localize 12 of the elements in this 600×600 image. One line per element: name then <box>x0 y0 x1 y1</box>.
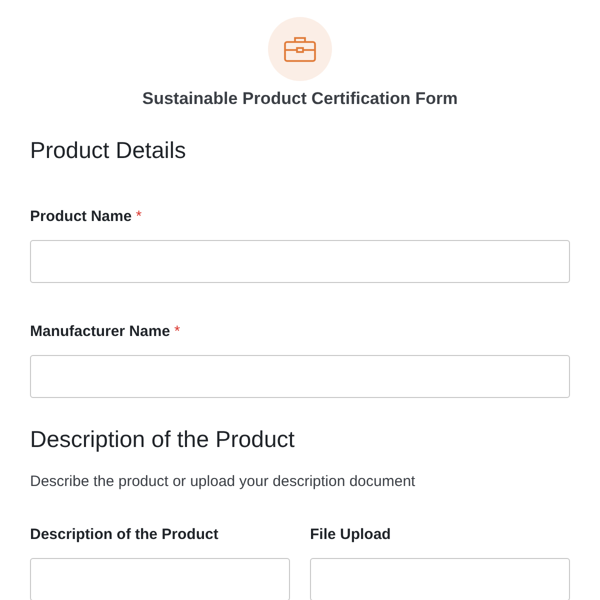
field-label: Product Name * <box>30 208 143 226</box>
input-field[interactable] <box>30 355 570 398</box>
section-heading: Product Details <box>30 136 187 164</box>
input-field[interactable] <box>310 558 570 600</box>
field-label: Description of the Product <box>30 526 220 544</box>
input-field[interactable] <box>30 558 290 600</box>
section-description: Describe the product or upload your description document <box>30 473 416 490</box>
field-label: Manufacturer Name * <box>30 323 182 341</box>
section-heading: Description of the Product <box>30 425 296 453</box>
form-title: Sustainable Product Certification Form <box>142 89 458 109</box>
field-label: File Upload <box>310 526 392 544</box>
input-field[interactable] <box>30 240 570 283</box>
